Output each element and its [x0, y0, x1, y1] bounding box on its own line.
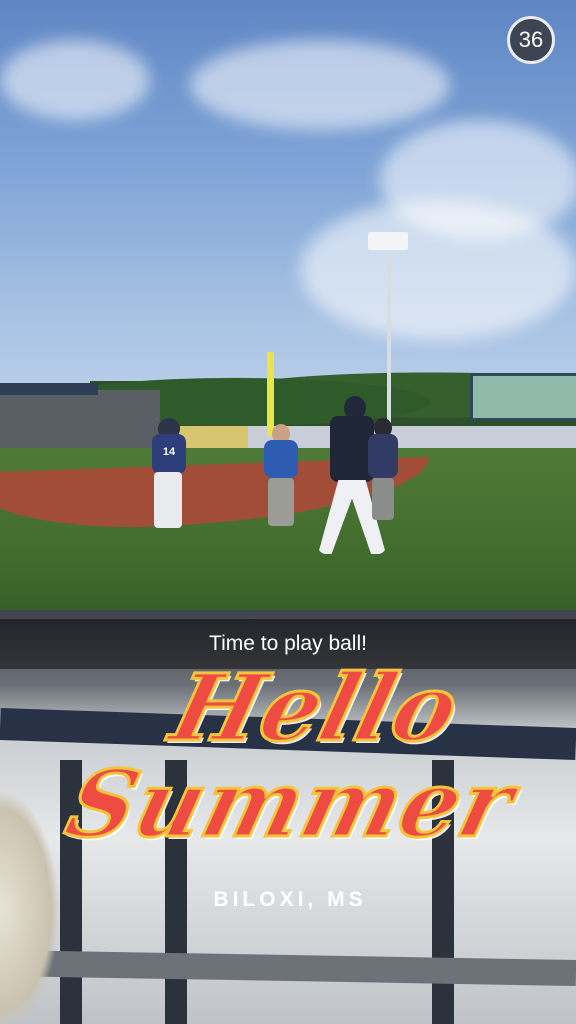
stadium-lights — [368, 232, 408, 250]
jersey-number: 14 — [152, 434, 186, 474]
cloud — [0, 40, 150, 120]
geofilter-hello: Hello — [160, 653, 472, 764]
geofilter-location: BILOXI, MS — [213, 888, 367, 911]
geofilter-summer: Summer — [55, 749, 526, 860]
cloud — [300, 200, 576, 340]
scoreboard — [470, 373, 576, 421]
timer-counter[interactable]: 36 — [507, 16, 555, 64]
player: 14 — [150, 418, 190, 530]
stadium-roof — [0, 383, 98, 395]
geofilter-sticker: Hello Summer BILOXI, MS — [55, 653, 526, 922]
cloud — [190, 40, 450, 130]
player — [262, 424, 300, 532]
player — [366, 418, 398, 522]
